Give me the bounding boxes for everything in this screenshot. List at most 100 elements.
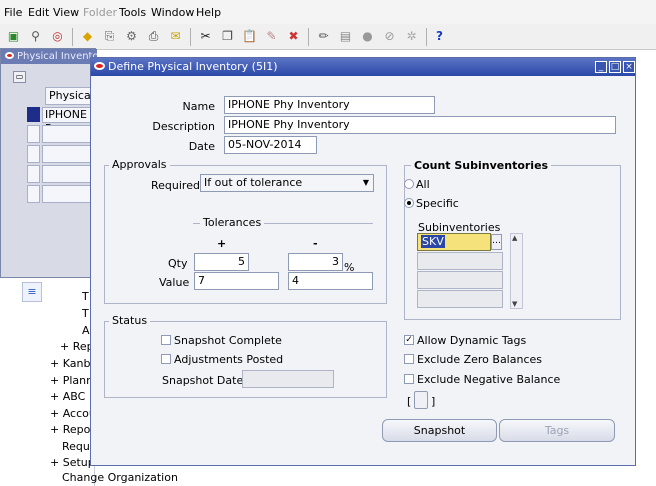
toolbar: ▣ ⚲ ◎ ◆ ⎘ ⚙ ⎙ ✉ ✂ ❐ 📋 ✎ ✖ ✏ ▤ ● ⊘ ✲ ? [0, 24, 656, 50]
translations-icon[interactable]: ● [360, 29, 375, 44]
description-label: Description [152, 120, 215, 133]
navigator-icon[interactable]: ◎ [50, 29, 65, 44]
adjustments-posted-checkbox[interactable] [161, 354, 171, 364]
exclude-zero-balances-label: Exclude Zero Balances [417, 353, 543, 366]
navigator-panel: ≡ T T A + Rep + Kanba + Plann + ABC + Ac… [0, 278, 178, 486]
close-form-icon[interactable]: ✉ [168, 29, 183, 44]
print-icon[interactable]: ⎙ [146, 29, 161, 44]
subinventory-row-4[interactable] [417, 290, 503, 308]
tolerances-label: Tolerances [200, 216, 265, 229]
bracket-open: [ [407, 395, 412, 408]
menu-window[interactable]: Window [151, 6, 194, 19]
switch-responsibility-icon[interactable]: ⚙ [124, 29, 139, 44]
nav-item[interactable]: A [82, 324, 90, 337]
nav-item[interactable]: + Setup [50, 456, 95, 469]
qty-label: Qty [168, 257, 188, 270]
description-field[interactable]: IPHONE Phy Inventory [224, 116, 616, 134]
chevron-down-icon: ▼ [362, 178, 369, 187]
count-subinventories-label: Count Subinventories [411, 159, 552, 172]
attachments-icon[interactable]: ⊘ [382, 29, 397, 44]
expand-icon[interactable]: ≡ [22, 282, 42, 302]
nav-item[interactable]: + Accou [50, 407, 96, 420]
date-field[interactable]: 05-NOV-2014 [224, 136, 317, 154]
snapshot-date-label: Snapshot Date [162, 374, 244, 387]
date-label: Date [188, 140, 215, 153]
delete-record-icon[interactable]: ✖ [286, 29, 301, 44]
nav-item[interactable]: + ABC [50, 390, 85, 403]
menu-help[interactable]: Help [196, 6, 221, 19]
value-plus-field[interactable]: 7 [194, 272, 279, 290]
nav-item[interactable]: Change Organization [62, 471, 178, 484]
menu-edit[interactable]: Edit [28, 6, 49, 19]
menu-view[interactable]: View [53, 6, 79, 19]
close-icon[interactable]: × [623, 61, 635, 73]
snapshot-date-field[interactable] [242, 370, 334, 388]
specific-label: Specific [416, 197, 459, 210]
clear-record-icon[interactable]: ✎ [264, 29, 279, 44]
paste-icon[interactable]: 📋 [242, 29, 257, 44]
specific-radio[interactable] [404, 198, 414, 208]
qty-plus-field[interactable]: 5 [194, 253, 249, 271]
nav-item[interactable]: + Rep [60, 340, 94, 353]
summary-row-1[interactable]: IPHONE P [42, 107, 97, 135]
new-icon[interactable]: ▣ [6, 29, 21, 44]
allow-dynamic-tags-checkbox[interactable]: ✓ [404, 335, 414, 345]
name-label: Name [182, 100, 215, 113]
all-radio[interactable] [404, 179, 414, 189]
snapshot-button[interactable]: Snapshot [382, 419, 497, 442]
nav-item[interactable]: + Repor [50, 423, 95, 436]
exclude-negative-balance-label: Exclude Negative Balance [417, 373, 561, 386]
copy-icon[interactable]: ❐ [220, 29, 235, 44]
cut-icon[interactable]: ✂ [198, 29, 213, 44]
minus-label: - [313, 237, 318, 250]
plus-label: + [217, 237, 227, 250]
bracket-close: ] [431, 395, 436, 408]
value-minus-field[interactable]: 4 [288, 272, 373, 290]
nav-item[interactable]: T [82, 290, 89, 303]
subinventory-row-2[interactable] [417, 252, 503, 270]
save-icon[interactable]: ◆ [80, 29, 95, 44]
background-window-title: Physical Inventory Summary (5I1) [1, 49, 97, 64]
qty-minus-field[interactable]: 3 [288, 253, 343, 271]
name-field[interactable]: IPHONE Phy Inventory [224, 96, 435, 114]
nav-item[interactable]: T [82, 307, 89, 320]
exclude-zero-balances-checkbox[interactable] [404, 354, 414, 364]
minimize-icon[interactable]: _ [595, 61, 607, 73]
status-label: Status [109, 314, 151, 327]
menu-folder[interactable]: Folder [83, 6, 117, 19]
all-label: All [416, 178, 430, 191]
record-indicator[interactable] [27, 107, 40, 122]
approvals-label: Approvals [109, 158, 170, 171]
required-select[interactable]: If out of tolerance ▼ [200, 174, 374, 192]
define-physical-inventory-dialog: Define Physical Inventory (5I1) _ □ × Na… [90, 57, 636, 466]
subinventory-scrollbar[interactable]: ▲ ▼ [510, 233, 523, 309]
snapshot-complete-checkbox[interactable] [161, 335, 171, 345]
oracle-icon [94, 62, 105, 70]
maximize-icon[interactable]: □ [609, 61, 621, 73]
subinventory-row-3[interactable] [417, 271, 503, 289]
oracle-icon [5, 52, 14, 59]
folder-tools-icon[interactable]: ✲ [404, 29, 419, 44]
background-summary-window: Physical Inventory Summary (5I1) ▭ Physi… [0, 48, 97, 278]
adjustments-posted-label: Adjustments Posted [174, 353, 284, 366]
required-value: If out of tolerance [204, 176, 303, 189]
menu-tools[interactable]: Tools [119, 6, 146, 19]
zoom-icon[interactable]: ▤ [338, 29, 353, 44]
edit-field-icon[interactable]: ✏ [316, 29, 331, 44]
find-icon[interactable]: ⚲ [28, 29, 43, 44]
chevron-down-icon[interactable]: ▼ [512, 300, 517, 308]
dialog-title: Define Physical Inventory (5I1) [91, 58, 635, 76]
descriptive-flexfield[interactable] [414, 391, 428, 409]
next-step-icon[interactable]: ⎘ [102, 29, 117, 44]
folder-icon[interactable]: ▭ [13, 71, 26, 83]
menu-file[interactable]: File [4, 6, 22, 19]
help-icon[interactable]: ? [432, 29, 447, 44]
list-of-values-icon[interactable]: … [491, 234, 502, 250]
allow-dynamic-tags-label: Allow Dynamic Tags [417, 334, 527, 347]
chevron-up-icon[interactable]: ▲ [512, 234, 517, 242]
nav-item[interactable]: + Plann [50, 374, 93, 387]
subinventory-row-1[interactable]: SKV [417, 233, 491, 251]
exclude-negative-balance-checkbox[interactable] [404, 374, 414, 384]
required-label: Required [151, 179, 200, 192]
tags-button[interactable]: Tags [499, 419, 615, 442]
